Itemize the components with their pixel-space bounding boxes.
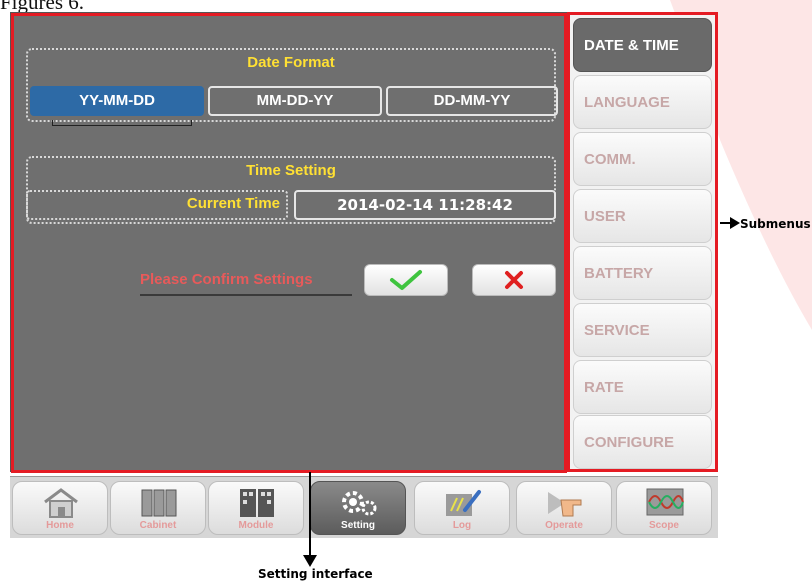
- hand-pointer-icon: [548, 492, 582, 517]
- setting-interface-callout-line: [309, 472, 311, 560]
- submenus-callout-label: Submenus: [740, 217, 811, 231]
- confirm-ok-button[interactable]: [364, 264, 448, 296]
- toolbar-operate-label: Operate: [545, 520, 583, 531]
- toolbar-setting-button[interactable]: Setting: [310, 481, 406, 535]
- toolbar-cabinet-label: Cabinet: [139, 520, 177, 531]
- toolbar-module-label: Module: [238, 520, 274, 531]
- check-icon: [390, 270, 422, 290]
- toolbar-scope-button[interactable]: Scope: [616, 481, 712, 535]
- date-format-mm-dd-yy-button[interactable]: MM-DD-YY: [208, 86, 382, 116]
- toolbar-scope-label: Scope: [648, 520, 679, 531]
- submenu-item-comm[interactable]: COMM.: [573, 132, 712, 186]
- toolbar-home-button[interactable]: Home: [12, 481, 108, 535]
- waveform-icon: [646, 488, 684, 516]
- submenu-item-battery[interactable]: BATTERY: [573, 246, 712, 300]
- setting-interface-callout-label: Setting interface: [258, 567, 373, 581]
- module-icon: [240, 489, 274, 517]
- date-format-yy-mm-dd-button[interactable]: YY-MM-DD: [30, 86, 204, 116]
- toolbar-log-label: Log: [452, 520, 472, 531]
- setting-interface-arrow-icon: [303, 555, 317, 567]
- x-icon: [505, 271, 523, 289]
- confirm-cancel-button[interactable]: [472, 264, 556, 296]
- submenu-item-date-time[interactable]: DATE & TIME: [573, 18, 712, 72]
- submenu-item-configure[interactable]: CONFIGURE: [573, 415, 712, 469]
- toolbar-module-button[interactable]: Module: [208, 481, 304, 535]
- submenu-item-language[interactable]: LANGUAGE: [573, 75, 712, 129]
- confirm-settings-label: Please Confirm Settings: [140, 271, 313, 288]
- cabinet-icon: [141, 489, 177, 517]
- home-icon: [44, 488, 78, 518]
- log-pen-icon: [446, 490, 481, 516]
- toolbar-setting-label: Setting: [341, 520, 375, 531]
- toolbar-log-button[interactable]: Log: [414, 481, 510, 535]
- submenus-arrow-icon: [730, 217, 740, 229]
- toolbar-cabinet-button[interactable]: Cabinet: [110, 481, 206, 535]
- submenu-item-service[interactable]: SERVICE: [573, 303, 712, 357]
- date-format-title: Date Format: [247, 54, 335, 71]
- submenu-item-rate[interactable]: RATE: [573, 360, 712, 414]
- bottom-toolbar: Home Cabinet Module Setting Log Operate …: [10, 476, 718, 538]
- selection-indicator: [52, 120, 192, 126]
- time-setting-title: Time Setting: [246, 162, 336, 179]
- current-time-field[interactable]: 2014-02-14 11:28:42: [294, 190, 556, 220]
- submenu-panel: DATE & TIME LANGUAGE COMM. USER BATTERY …: [567, 12, 718, 472]
- confirm-underline: [140, 294, 352, 296]
- toolbar-home-label: Home: [46, 520, 74, 531]
- current-time-label: Current Time: [26, 190, 288, 220]
- setting-interface-panel: Date Format YY-MM-DD MM-DD-YY DD-MM-YY T…: [11, 13, 567, 473]
- submenu-item-user[interactable]: USER: [573, 189, 712, 243]
- toolbar-operate-button[interactable]: Operate: [516, 481, 612, 535]
- gears-icon: [342, 491, 377, 516]
- date-format-dd-mm-yy-button[interactable]: DD-MM-YY: [386, 86, 558, 116]
